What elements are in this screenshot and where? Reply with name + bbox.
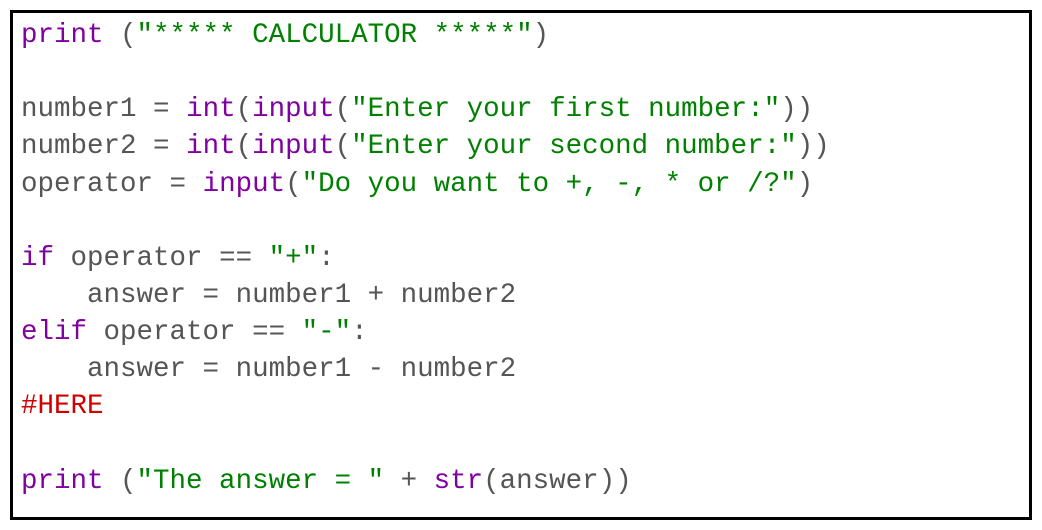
str-fn: str [434,466,484,497]
equals-op: = [203,280,220,311]
identifier-operator: operator [104,317,253,348]
lparen: ( [335,94,352,125]
space [285,317,302,348]
string-literal: "Enter your first number:" [351,94,780,125]
lparen: ( [236,131,253,162]
colon: : [351,317,368,348]
identifier-answer: answer [87,280,203,311]
rparen: ) [797,94,814,125]
space [87,317,104,348]
space [170,94,187,125]
space [104,20,121,51]
identifier-number1: number1 [236,354,368,385]
plus-op: + [368,280,385,311]
print-keyword: print [21,20,104,51]
rparen: ) [797,131,814,162]
lparen: ( [285,169,302,200]
elif-keyword: elif [21,317,87,348]
space [186,169,203,200]
code-snippet: print ("***** CALCULATOR *****") number1… [10,10,1032,520]
identifier-number1: number1 [21,94,153,125]
lparen: ( [236,94,253,125]
rparen: ) [599,466,616,497]
rparen: ) [797,169,814,200]
space [104,466,121,497]
string-literal: "Do you want to +, -, * or /?" [302,169,797,200]
identifier-number2: number2 [401,280,517,311]
if-keyword: if [21,243,54,274]
print-keyword: print [21,466,104,497]
input-fn: input [203,169,286,200]
space [219,280,236,311]
indent [21,280,87,311]
space [384,466,401,497]
int-fn: int [186,131,236,162]
string-literal: "+" [269,243,319,274]
identifier-answer: answer [500,466,599,497]
rparen: ) [615,466,632,497]
rparen: ) [813,131,830,162]
identifier-operator: operator [21,169,170,200]
identifier-operator: operator [71,243,220,274]
space [252,243,269,274]
identifier-answer: answer [87,354,203,385]
comment-here: #HERE [21,391,104,422]
equals-op: = [153,94,170,125]
rparen: ) [780,94,797,125]
space [54,243,71,274]
input-fn: input [252,94,335,125]
colon: : [318,243,335,274]
identifier-number2: number2 [401,354,517,385]
eqeq-op: == [219,243,252,274]
string-literal: "Enter your second number:" [351,131,797,162]
space [384,354,401,385]
string-literal: "The answer = " [137,466,385,497]
identifier-number2: number2 [21,131,153,162]
plus-op: + [401,466,418,497]
space [219,354,236,385]
eqeq-op: == [252,317,285,348]
space [170,131,187,162]
string-literal: "***** CALCULATOR *****" [137,20,533,51]
equals-op: = [203,354,220,385]
int-fn: int [186,94,236,125]
lparen: ( [120,466,137,497]
equals-op: = [153,131,170,162]
lparen: ( [335,131,352,162]
string-literal: "-" [302,317,352,348]
indent [21,354,87,385]
identifier-number1: number1 [236,280,368,311]
minus-op: - [368,354,385,385]
space [417,466,434,497]
lparen: ( [483,466,500,497]
lparen: ( [120,20,137,51]
rparen: ) [533,20,550,51]
equals-op: = [170,169,187,200]
input-fn: input [252,131,335,162]
space [384,280,401,311]
